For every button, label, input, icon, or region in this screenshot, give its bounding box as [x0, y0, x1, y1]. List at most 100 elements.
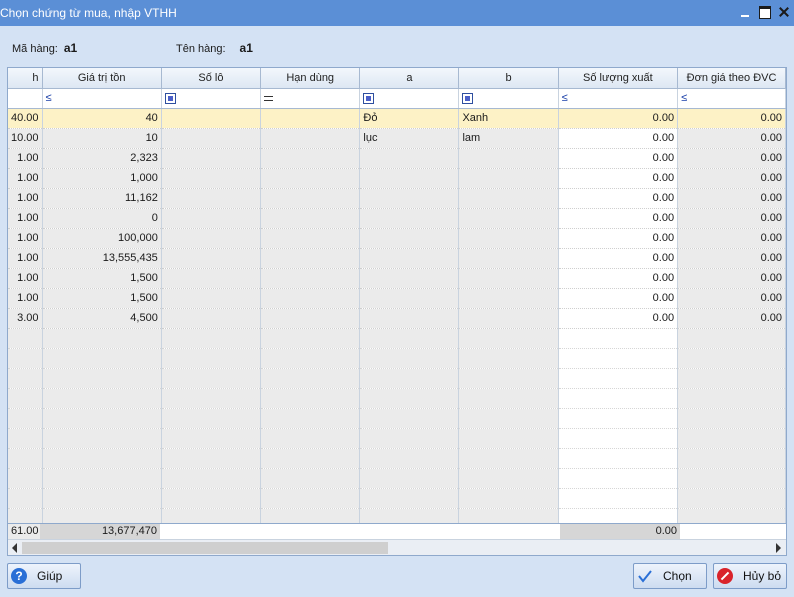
help-button[interactable]: ? Giúp [7, 563, 81, 589]
close-icon[interactable] [775, 3, 793, 21]
empty-cell [558, 408, 679, 429]
help-icon: ? [11, 568, 27, 584]
cell-value: 100,000 [42, 228, 162, 249]
column-header-unit-price[interactable]: Đơn giá theo ĐVC [677, 68, 786, 89]
filter-cell-value[interactable]: ≤ [42, 88, 162, 109]
empty-cell [458, 328, 559, 349]
item-name-label: Tên hàng: [176, 43, 226, 55]
cancel-button[interactable]: Hủy bỏ [713, 563, 787, 589]
filter-operator[interactable]: ≤ [681, 92, 687, 104]
cell-b [458, 228, 559, 249]
filter-cell-expiry[interactable] [260, 88, 361, 109]
choose-button-label: Chọn [663, 569, 692, 583]
cell-qty-out[interactable]: 0.00 [558, 288, 679, 309]
filter-cell-b[interactable] [458, 88, 559, 109]
table-row[interactable]: 1.00 100,000 0.00 0.00 [8, 228, 786, 249]
empty-cell [8, 408, 43, 429]
table-row[interactable]: 1.00 2,323 0.00 0.00 [8, 148, 786, 169]
item-name-value: a1 [239, 41, 253, 55]
maximize-icon[interactable] [756, 3, 774, 21]
empty-cell [8, 348, 43, 369]
table-row[interactable]: 3.00 4,500 0.00 0.00 [8, 308, 786, 329]
cell-unit-price: 0.00 [677, 128, 786, 149]
empty-cell [260, 368, 361, 389]
table-row[interactable]: 1.00 1,000 0.00 0.00 [8, 168, 786, 189]
filter-operator[interactable]: ≤ [562, 92, 568, 104]
cell-qty-out[interactable]: 0.00 [558, 188, 679, 209]
cell-qty-in: 1.00 [8, 268, 43, 289]
empty-cell [458, 428, 559, 449]
table-row[interactable]: 1.00 1,500 0.00 0.00 [8, 288, 786, 309]
scroll-left-icon[interactable] [12, 543, 17, 553]
cell-qty-out[interactable]: 0.00 [558, 248, 679, 269]
cell-qty-out[interactable]: 0.00 [558, 228, 679, 249]
cell-lot [161, 128, 261, 149]
table-row[interactable]: 1.00 13,555,435 0.00 0.00 [8, 248, 786, 269]
cell-qty-out[interactable]: 0.00 [558, 108, 679, 129]
empty-row [8, 388, 786, 409]
empty-cell [458, 368, 559, 389]
table-row[interactable]: 10.00 10 lục lam 0.00 0.00 [8, 128, 786, 149]
column-header-qty-out[interactable]: Số lượng xuất [558, 68, 679, 89]
cell-value: 0 [42, 208, 162, 229]
empty-cell [260, 468, 361, 489]
cell-unit-price: 0.00 [677, 288, 786, 309]
horizontal-scrollbar[interactable] [8, 539, 786, 555]
column-header-a[interactable]: a [359, 68, 460, 89]
cell-qty-in: 1.00 [8, 248, 43, 269]
cell-qty-out[interactable]: 0.00 [558, 208, 679, 229]
title-bar: Chọn chứng từ mua, nhập VTHH [0, 0, 794, 26]
table-row[interactable]: 40.00 40 Đỏ Xanh 0.00 0.00 [8, 108, 786, 129]
empty-cell [558, 468, 679, 489]
cell-expiry [260, 148, 361, 169]
scroll-thumb[interactable] [22, 542, 388, 554]
empty-cell [260, 488, 361, 509]
cell-b [458, 288, 559, 309]
checkbox-icon[interactable] [462, 92, 474, 104]
cell-value: 13,555,435 [42, 248, 162, 269]
filter-operator[interactable]: ≤ [46, 92, 52, 104]
filter-cell-unit-price[interactable]: ≤ [677, 88, 786, 109]
cancel-icon [717, 568, 733, 584]
empty-cell [42, 348, 162, 369]
cell-qty-in: 1.00 [8, 208, 43, 229]
empty-cell [558, 448, 679, 469]
column-header-qty-in[interactable]: h [8, 68, 43, 89]
empty-cell [359, 368, 460, 389]
choose-button[interactable]: Chọn [633, 563, 707, 589]
cell-qty-out[interactable]: 0.00 [558, 148, 679, 169]
cell-unit-price: 0.00 [677, 148, 786, 169]
filter-cell-a[interactable] [359, 88, 460, 109]
empty-cell [359, 448, 460, 469]
minimize-icon[interactable] [736, 3, 754, 21]
cell-b [458, 188, 559, 209]
cell-qty-out[interactable]: 0.00 [558, 308, 679, 329]
scroll-right-icon[interactable] [776, 543, 781, 553]
table-row[interactable]: 1.00 0 0.00 0.00 [8, 208, 786, 229]
table-row[interactable]: 1.00 1,500 0.00 0.00 [8, 268, 786, 289]
column-header-value[interactable]: Giá trị tồn [42, 68, 162, 89]
cell-expiry [260, 288, 361, 309]
empty-cell [359, 348, 460, 369]
filter-cell-lot[interactable] [161, 88, 261, 109]
empty-cell [260, 428, 361, 449]
equals-icon[interactable] [263, 95, 273, 101]
empty-cell [359, 468, 460, 489]
empty-cell [161, 488, 261, 509]
cell-b: lam [458, 128, 559, 149]
table-row[interactable]: 1.00 11,162 0.00 0.00 [8, 188, 786, 209]
filter-cell-qty-out[interactable]: ≤ [558, 88, 679, 109]
cell-qty-out[interactable]: 0.00 [558, 268, 679, 289]
cell-lot [161, 288, 261, 309]
empty-cell [558, 328, 679, 349]
cell-qty-out[interactable]: 0.00 [558, 128, 679, 149]
column-header-lot[interactable]: Số lô [161, 68, 261, 89]
column-header-b[interactable]: b [458, 68, 559, 89]
filter-cell[interactable] [8, 88, 43, 109]
column-header-expiry[interactable]: Hạn dùng [260, 68, 361, 89]
voucher-grid[interactable]: h Giá trị tồn Số lô Hạn dùng a b Số lượng xuất… [7, 67, 787, 556]
checkbox-icon[interactable] [164, 92, 176, 104]
checkbox-icon[interactable] [363, 92, 375, 104]
empty-cell [161, 368, 261, 389]
cell-qty-out[interactable]: 0.00 [558, 168, 679, 189]
